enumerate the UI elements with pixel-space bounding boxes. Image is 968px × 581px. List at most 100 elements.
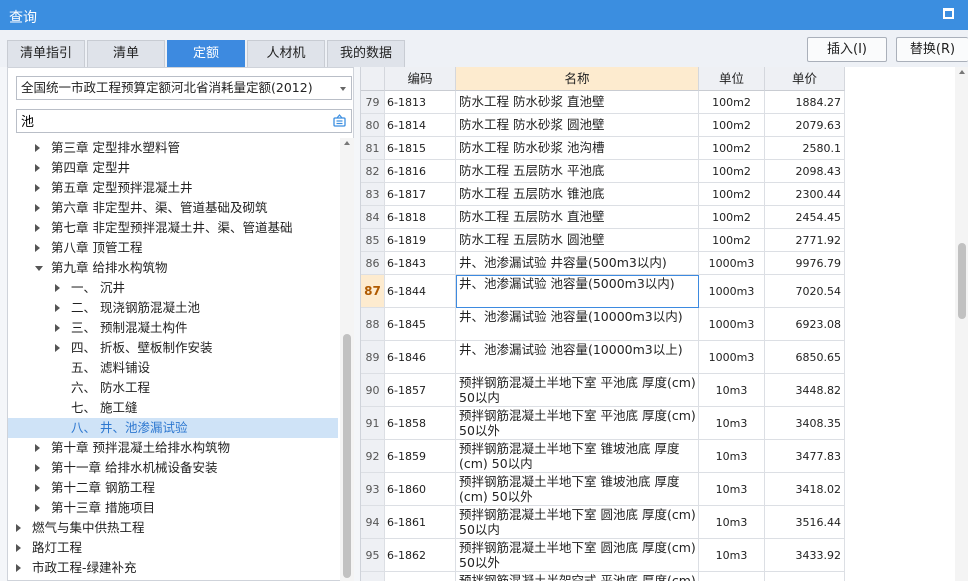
tree-node[interactable]: 三、 预制混凝土构件 — [8, 318, 338, 338]
table-cell-unit[interactable]: 10m3 — [699, 506, 765, 539]
caret-right-icon[interactable] — [35, 484, 40, 492]
table-cell-code[interactable]: 6-1816 — [385, 160, 456, 183]
table-cell-price[interactable]: 2079.63 — [765, 114, 845, 137]
table-cell-name[interactable]: 防水工程 五层防水 平池底 — [456, 160, 699, 183]
table-cell-unit[interactable]: 1000m3 — [699, 252, 765, 275]
table-cell-name[interactable]: 井、池渗漏试验 池容量(5000m3以内) — [456, 275, 699, 308]
table-cell-name[interactable]: 井、池渗漏试验 池容量(10000m3以内) — [456, 308, 699, 341]
tree-node[interactable]: 六、 防水工程 — [8, 378, 338, 398]
caret-right-icon[interactable] — [35, 244, 40, 252]
caret-right-icon[interactable] — [35, 504, 40, 512]
table-cell-unit[interactable]: 100m2 — [699, 160, 765, 183]
table-cell-price[interactable]: 6850.65 — [765, 341, 845, 374]
table-cell-name[interactable]: 预拌钢筋混凝土半地下室 圆池底 厚度(cm) 50以外 — [456, 539, 699, 572]
table-cell-price[interactable]: 3408.35 — [765, 407, 845, 440]
table-cell-unit[interactable]: 100m2 — [699, 137, 765, 160]
tab-quota[interactable]: 定额 — [167, 40, 245, 67]
caret-right-icon[interactable] — [55, 344, 60, 352]
column-header-price[interactable]: 单价 — [765, 67, 845, 91]
column-header-unit[interactable]: 单位 — [699, 67, 765, 91]
tab-list-guide[interactable]: 清单指引 — [7, 40, 85, 67]
table-cell-unit[interactable]: 100m2 — [699, 114, 765, 137]
table-cell-price[interactable]: 3448.82 — [765, 374, 845, 407]
tree-node[interactable]: 燃气与集中供热工程 — [8, 518, 338, 538]
caret-right-icon[interactable] — [55, 324, 60, 332]
tree-node[interactable]: 第七章 非定型预拌混凝土井、渠、管道基础 — [8, 218, 338, 238]
tree-node[interactable]: 二、 现浇钢筋混凝土池 — [8, 298, 338, 318]
table-cell-name[interactable]: 预拌钢筋混凝土半地下室 锥坡池底 厚度(cm) 50以内 — [456, 440, 699, 473]
table-cell-code[interactable]: 6-1818 — [385, 206, 456, 229]
table-cell-code[interactable]: 6-1844 — [385, 275, 456, 308]
chevron-down-icon[interactable] — [340, 87, 346, 91]
tree-node[interactable]: 第六章 非定型井、渠、管道基础及砌筑 — [8, 198, 338, 218]
tree-node[interactable]: 第十三章 措施项目 — [8, 498, 338, 518]
table-cell-code[interactable]: 6-1843 — [385, 252, 456, 275]
table-scrollbar-thumb[interactable] — [958, 243, 966, 319]
table-cell-unit[interactable]: 10m3 — [699, 440, 765, 473]
tree-node[interactable]: 四、 折板、壁板制作安装 — [8, 338, 338, 358]
tab-my-data[interactable]: 我的数据 — [327, 40, 405, 67]
caret-right-icon[interactable] — [55, 304, 60, 312]
table-cell-unit[interactable]: 10m3 — [699, 572, 765, 581]
scroll-up-icon[interactable] — [959, 70, 965, 74]
tree-node[interactable]: 第九章 给排水构筑物 — [8, 258, 338, 278]
table-cell-name[interactable]: 预拌钢筋混凝土半地下室 平池底 厚度(cm) 50以内 — [456, 374, 699, 407]
table-cell-code[interactable]: 6-1814 — [385, 114, 456, 137]
table-cell-code[interactable]: 6-1858 — [385, 407, 456, 440]
table-cell-unit[interactable]: 10m3 — [699, 539, 765, 572]
table-cell-code[interactable]: 6-1861 — [385, 506, 456, 539]
scroll-up-icon[interactable] — [344, 141, 350, 145]
table-cell-price[interactable]: 2454.45 — [765, 206, 845, 229]
caret-right-icon[interactable] — [55, 284, 60, 292]
caret-down-icon[interactable] — [35, 266, 43, 271]
table-cell-unit[interactable]: 10m3 — [699, 374, 765, 407]
tree-node[interactable]: 第八章 顶管工程 — [8, 238, 338, 258]
table-cell-code[interactable]: 6-1815 — [385, 137, 456, 160]
caret-right-icon[interactable] — [35, 204, 40, 212]
table-cell-code[interactable]: 6-1845 — [385, 308, 456, 341]
table-cell-name[interactable]: 防水工程 防水砂浆 直池壁 — [456, 91, 699, 114]
table-cell-price[interactable]: 3516.44 — [765, 506, 845, 539]
tree-node[interactable]: 七、 施工缝 — [8, 398, 338, 418]
tree-node[interactable]: 市政工程-绿建补充 — [8, 558, 338, 578]
table-cell-code[interactable]: 6-1819 — [385, 229, 456, 252]
tree-node[interactable]: 第十一章 给排水机械设备安装 — [8, 458, 338, 478]
table-cell-name[interactable]: 井、池渗漏试验 池容量(10000m3以上) — [456, 341, 699, 374]
replace-button[interactable]: 替换(R) — [896, 37, 968, 62]
table-cell-price[interactable]: 3477.83 — [765, 440, 845, 473]
table-cell-code[interactable]: 6-1862 — [385, 539, 456, 572]
table-cell-price[interactable]: 2580.1 — [765, 137, 845, 160]
table-scrollbar[interactable] — [955, 67, 968, 581]
table-cell-name[interactable]: 井、池渗漏试验 井容量(500m3以内) — [456, 252, 699, 275]
caret-right-icon[interactable] — [16, 544, 21, 552]
tree-node[interactable]: 第五章 定型预拌混凝土井 — [8, 178, 338, 198]
table-cell-price[interactable]: 7020.54 — [765, 275, 845, 308]
table-cell-unit[interactable]: 100m2 — [699, 183, 765, 206]
caret-right-icon[interactable] — [35, 444, 40, 452]
search-input[interactable] — [21, 110, 321, 130]
table-cell-name[interactable]: 预拌钢筋混凝土半地下室 锥坡池底 厚度(cm) 50以外 — [456, 473, 699, 506]
table-cell-unit[interactable]: 1000m3 — [699, 275, 765, 308]
table-cell-code[interactable]: 6-1860 — [385, 473, 456, 506]
table-cell-price[interactable]: 9976.79 — [765, 252, 845, 275]
tree-scrollbar[interactable] — [340, 138, 354, 581]
tree-node[interactable]: 第十章 预拌混凝土给排水构筑物 — [8, 438, 338, 458]
table-cell-code[interactable]: 6-1857 — [385, 374, 456, 407]
table-cell-unit[interactable]: 10m3 — [699, 407, 765, 440]
table-cell-name[interactable]: 预拌钢筋混凝土半地下室 平池底 厚度(cm) 50以外 — [456, 407, 699, 440]
caret-right-icon[interactable] — [35, 464, 40, 472]
table-cell-name[interactable]: 防水工程 五层防水 圆池壁 — [456, 229, 699, 252]
library-select[interactable]: 全国统一市政工程预算定额河北省消耗量定额(2012) — [16, 76, 352, 100]
caret-right-icon[interactable] — [35, 224, 40, 232]
table-cell-code[interactable]: 6-1863 — [385, 572, 456, 581]
table-cell-unit[interactable]: 100m2 — [699, 206, 765, 229]
table-cell-unit[interactable]: 100m2 — [699, 91, 765, 114]
maximize-icon[interactable] — [943, 8, 954, 19]
table-cell-price[interactable]: 1884.27 — [765, 91, 845, 114]
tab-list[interactable]: 清单 — [87, 40, 165, 67]
tree-node[interactable]: 五、 滤料铺设 — [8, 358, 338, 378]
column-header-code[interactable]: 编码 — [385, 67, 456, 91]
search-list-icon[interactable] — [333, 114, 346, 127]
tree-node[interactable]: 路灯工程 — [8, 538, 338, 558]
table-cell-price[interactable]: 6923.08 — [765, 308, 845, 341]
